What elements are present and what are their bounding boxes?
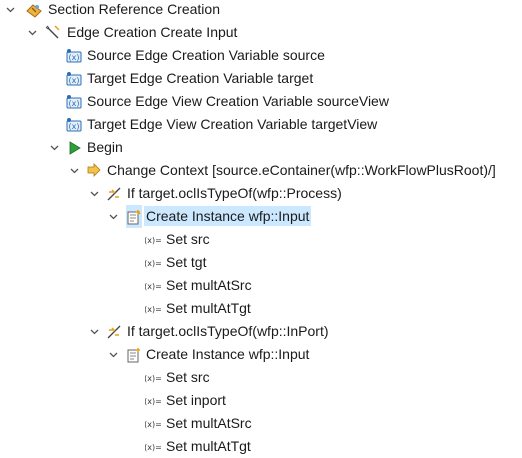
- begin-icon: [66, 136, 82, 159]
- set-icon: (x)=: [145, 389, 161, 412]
- create-instance-icon: [126, 205, 142, 228]
- tree-row-set[interactable]: (x)= Set src: [0, 366, 522, 389]
- variable-icon: (x): [66, 90, 82, 113]
- tree-item-label: Set src: [166, 231, 210, 247]
- section-icon: [26, 0, 42, 21]
- tree-item-label: If target.oclIsTypeOf(wfp::InPort): [127, 323, 329, 339]
- tree-item-label: Set src: [166, 369, 210, 385]
- chevron-down-icon[interactable]: [48, 136, 60, 159]
- svg-text:(x): (x): [69, 122, 80, 131]
- tree-row-set[interactable]: (x)= Set src: [0, 228, 522, 251]
- svg-text:(x): (x): [69, 76, 80, 85]
- tree-row-variable[interactable]: (x) Source Edge Creation Variable source: [0, 44, 522, 67]
- if-icon: [106, 182, 122, 205]
- tree-row-set[interactable]: (x)= Set multAtTgt: [0, 297, 522, 320]
- tree-item-label: Edge Creation Create Input: [67, 24, 238, 40]
- set-icon: (x)=: [145, 297, 161, 320]
- svg-text:(x)=: (x)=: [145, 443, 161, 452]
- chevron-down-icon[interactable]: [107, 205, 119, 228]
- chevron-down-icon[interactable]: [68, 159, 80, 182]
- svg-text:(x): (x): [69, 53, 80, 62]
- create-instance-icon: [126, 343, 142, 366]
- tree-item-label: Source Edge Creation Variable source: [87, 47, 325, 63]
- svg-text:(x)=: (x)=: [145, 420, 161, 429]
- edge-creation-icon: [45, 21, 61, 44]
- svg-text:(x)=: (x)=: [145, 259, 161, 268]
- tree-row-set[interactable]: (x)= Set multAtSrc: [0, 412, 522, 435]
- tree-item-label: Set multAtTgt: [166, 300, 251, 316]
- tree-item-label: Change Context [source.eContainer(wfp::W…: [107, 162, 496, 178]
- chevron-down-icon[interactable]: [4, 0, 16, 21]
- tree-row-variable[interactable]: (x) Target Edge View Creation Variable t…: [0, 113, 522, 136]
- set-icon: (x)=: [145, 251, 161, 274]
- set-icon: (x)=: [145, 366, 161, 389]
- chevron-down-icon[interactable]: [26, 21, 38, 44]
- tree-row-create-instance[interactable]: Create Instance wfp::Input: [0, 343, 522, 366]
- chevron-down-icon[interactable]: [88, 320, 100, 343]
- tree-row-set[interactable]: (x)= Set inport: [0, 389, 522, 412]
- svg-text:(x)=: (x)=: [145, 282, 161, 291]
- tree-item-label: Target Edge Creation Variable target: [87, 70, 314, 86]
- tree-row-begin[interactable]: Begin: [0, 136, 522, 159]
- chevron-down-icon[interactable]: [88, 182, 100, 205]
- change-context-icon: [86, 159, 102, 182]
- tree-item-label: Begin: [87, 139, 123, 155]
- tree-row-set[interactable]: (x)= Set tgt: [0, 251, 522, 274]
- svg-text:(x): (x): [69, 99, 80, 108]
- tree-row-change-context[interactable]: Change Context [source.eContainer(wfp::W…: [0, 159, 522, 182]
- tree-item-label: Set inport: [166, 392, 226, 408]
- chevron-down-icon[interactable]: [107, 343, 119, 366]
- tree-item-label: Set multAtSrc: [166, 415, 252, 431]
- variable-icon: (x): [66, 67, 82, 90]
- set-icon: (x)=: [145, 228, 161, 251]
- set-icon: (x)=: [145, 274, 161, 297]
- tree-item-label: Target Edge View Creation Variable targe…: [87, 116, 378, 132]
- tree-view: Section Reference Creation Edge Creation…: [0, 0, 522, 458]
- svg-text:(x)=: (x)=: [145, 374, 161, 383]
- tree-item-label: Set tgt: [166, 254, 207, 270]
- tree-row-variable[interactable]: (x) Source Edge View Creation Variable s…: [0, 90, 522, 113]
- tree-item-label: Create Instance wfp::Input: [144, 206, 312, 226]
- tree-row-if-inport[interactable]: If target.oclIsTypeOf(wfp::InPort): [0, 320, 522, 343]
- tree-item-label: Set multAtSrc: [166, 277, 252, 293]
- tree-row-create-instance[interactable]: Create Instance wfp::Input: [0, 205, 522, 228]
- tree-item-label: Create Instance wfp::Input: [146, 346, 310, 362]
- tree-row-section[interactable]: Section Reference Creation: [0, 0, 522, 21]
- svg-text:(x)=: (x)=: [145, 305, 161, 314]
- tree-item-label: If target.oclIsTypeOf(wfp::Process): [127, 185, 342, 201]
- tree-row-edge-creation[interactable]: Edge Creation Create Input: [0, 21, 522, 44]
- set-icon: (x)=: [145, 435, 161, 458]
- tree-row-if-process[interactable]: If target.oclIsTypeOf(wfp::Process): [0, 182, 522, 205]
- if-icon: [106, 320, 122, 343]
- tree-row-variable[interactable]: (x) Target Edge Creation Variable target: [0, 67, 522, 90]
- tree-item-label: Source Edge View Creation Variable sourc…: [87, 93, 389, 109]
- tree-item-label: Section Reference Creation: [48, 1, 220, 17]
- svg-text:(x)=: (x)=: [145, 236, 161, 245]
- tree-item-label: Set multAtTgt: [166, 438, 251, 454]
- tree-row-set[interactable]: (x)= Set multAtTgt: [0, 435, 522, 458]
- svg-text:(x)=: (x)=: [145, 397, 161, 406]
- tree-row-set[interactable]: (x)= Set multAtSrc: [0, 274, 522, 297]
- set-icon: (x)=: [145, 412, 161, 435]
- variable-icon: (x): [66, 44, 82, 67]
- variable-icon: (x): [66, 113, 82, 136]
